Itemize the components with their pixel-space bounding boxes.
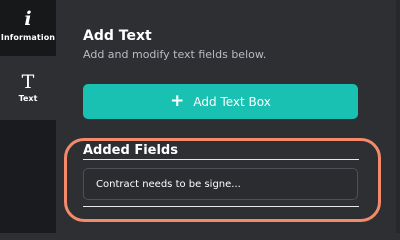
sidebar: i Information T Text	[0, 0, 56, 233]
sidebar-item-text[interactable]: T Text	[0, 56, 56, 120]
info-icon: i	[24, 8, 32, 30]
divider	[83, 206, 359, 207]
scrollbar-track[interactable]	[396, 0, 400, 233]
sidebar-item-information[interactable]: i Information	[0, 0, 56, 56]
added-field-text: Contract needs to be signe...	[96, 178, 241, 190]
added-fields-title: Added Fields	[83, 143, 178, 158]
add-text-box-button[interactable]: + Add Text Box	[83, 84, 358, 119]
panel-subtitle: Add and modify text fields below.	[83, 48, 267, 61]
sidebar-item-label: Text	[18, 94, 38, 103]
plus-icon: +	[170, 90, 185, 111]
panel-title: Add Text	[83, 28, 152, 44]
added-field-item[interactable]: Contract needs to be signe...	[83, 168, 358, 200]
add-text-box-label: Add Text Box	[193, 94, 271, 109]
text-icon: T	[21, 71, 35, 93]
text-panel: Add Text Add and modify text fields belo…	[56, 0, 400, 233]
divider	[83, 159, 359, 160]
sidebar-item-label: Information	[0, 33, 56, 42]
